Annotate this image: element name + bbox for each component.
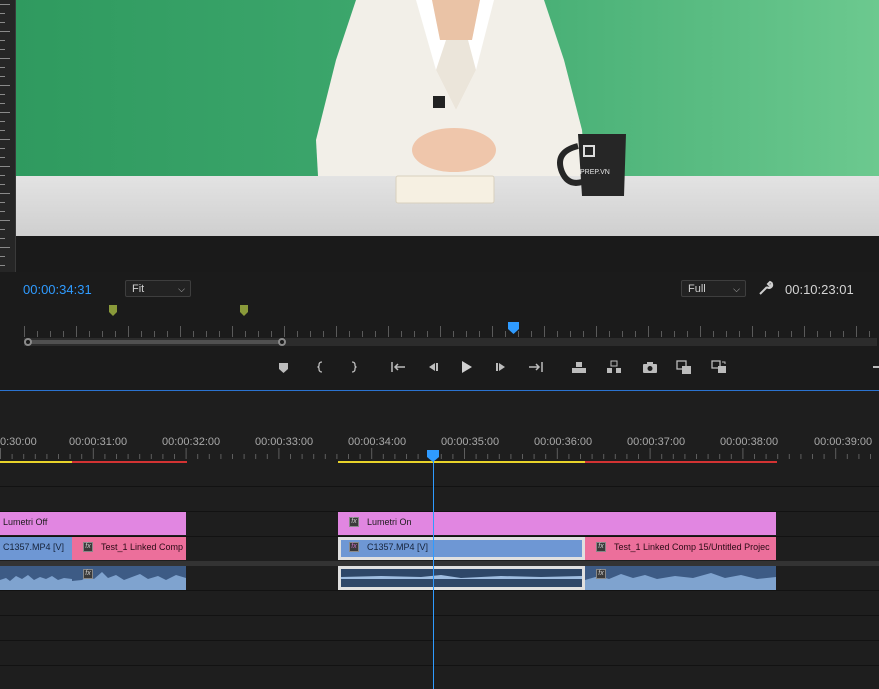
go-to-in-button[interactable] — [389, 358, 407, 376]
video-preview[interactable]: PREP.VN — [16, 0, 879, 236]
monitor-letterbox — [16, 236, 879, 272]
audio-waveform — [341, 575, 582, 579]
clip-label: Test_1 Linked Comp 15/Untitled Projec — [614, 542, 770, 552]
audio-clip-selected[interactable] — [338, 566, 585, 590]
ruler-label: 00:00:35:00 — [441, 436, 500, 448]
fx-icon: fx — [83, 542, 93, 552]
audio-clip[interactable] — [0, 566, 72, 590]
fx-icon: fx — [83, 569, 93, 579]
audio-waveform — [585, 573, 776, 590]
track-divider — [0, 590, 879, 591]
chevron-down-icon: ⌵ — [178, 284, 185, 294]
ruler-label: 00:00:38:00 — [720, 436, 779, 448]
marker-icon[interactable] — [109, 304, 117, 316]
mark-in-button[interactable] — [312, 358, 330, 376]
playback-resolution-select[interactable]: Full ⌵ — [681, 280, 746, 297]
marker-icon[interactable] — [240, 304, 248, 316]
clip-label: C1357.MP4 [V] — [3, 542, 65, 552]
zoom-scroll-range[interactable] — [28, 340, 282, 344]
render-bar-unrendered — [72, 461, 187, 463]
timeline-playhead-line[interactable] — [433, 460, 434, 689]
render-bar-rendered — [338, 461, 585, 463]
ruler-label: 0:30:00 — [0, 436, 37, 448]
mark-out-button[interactable] — [344, 358, 362, 376]
ruler-label: 00:00:36:00 — [534, 436, 593, 448]
play-icon — [462, 361, 472, 373]
go-to-out-button[interactable] — [527, 358, 545, 376]
play-button[interactable] — [457, 358, 475, 376]
adjustment-layer-clip[interactable]: fx Lumetri On — [338, 512, 776, 535]
video-clip[interactable]: C1357.MP4 [V] — [0, 537, 72, 560]
video-clip-selected[interactable]: fx C1357.MP4 [V] — [338, 537, 585, 560]
ruler-label: 00:00:39:00 — [814, 436, 873, 448]
extract-icon — [607, 360, 621, 373]
zoom-handle-right[interactable] — [278, 338, 286, 346]
audio-clip[interactable]: fx — [585, 566, 776, 590]
button-editor-icon[interactable] — [873, 366, 879, 368]
ruler-label: 00:00:31:00 — [69, 436, 128, 448]
track-divider — [0, 665, 879, 666]
compare-view-icon — [676, 360, 691, 374]
timeline-time-ruler[interactable] — [0, 448, 879, 460]
export-frame-button[interactable] — [641, 358, 659, 376]
track-divider — [0, 615, 879, 616]
track-divider — [0, 486, 879, 487]
mark-out-icon — [351, 361, 357, 373]
linked-comp-clip[interactable]: fx Test_1 Linked Comp 15/Untitled Projec — [585, 537, 776, 560]
render-bar-rendered — [0, 461, 72, 463]
fx-icon: fx — [596, 569, 606, 579]
render-bar-unrendered — [585, 461, 777, 463]
audio-clip[interactable]: fx — [72, 566, 186, 590]
track-divider — [0, 640, 879, 641]
zoom-level-value: Fit — [132, 283, 145, 295]
fx-icon: fx — [349, 542, 359, 552]
extract-button[interactable] — [605, 358, 623, 376]
lift-icon — [572, 362, 586, 373]
playback-resolution-value: Full — [688, 283, 706, 295]
mug-logo-text: PREP.VN — [580, 169, 610, 176]
clip-label: Lumetri Off — [3, 517, 48, 527]
clip-label: Lumetri On — [367, 517, 412, 527]
monitor-time-ruler[interactable] — [24, 324, 877, 338]
zoom-level-select[interactable]: Fit ⌵ — [125, 280, 191, 297]
mark-in-icon — [317, 361, 323, 373]
step-back-icon — [429, 363, 438, 371]
go-to-in-icon — [391, 362, 405, 372]
linked-comp-clip[interactable]: fx Test_1 Linked Comp — [72, 537, 186, 560]
step-back-button[interactable] — [423, 358, 441, 376]
current-timecode[interactable]: 00:00:34:31 — [23, 282, 92, 297]
wrench-icon[interactable] — [758, 280, 774, 296]
step-forward-button[interactable] — [493, 358, 511, 376]
toggle-proxies-icon — [711, 360, 726, 373]
lift-button[interactable] — [570, 358, 588, 376]
chevron-down-icon: ⌵ — [733, 284, 740, 294]
toggle-proxies-button[interactable] — [710, 358, 728, 376]
ruler-label: 00:00:34:00 — [348, 436, 407, 448]
camera-icon — [643, 362, 657, 373]
duration-timecode: 00:10:23:01 — [785, 282, 854, 297]
ruler-label: 00:00:37:00 — [627, 436, 686, 448]
fx-icon: fx — [349, 517, 359, 527]
adjustment-layer-clip[interactable]: Lumetri Off — [0, 512, 186, 535]
marker-icon — [279, 363, 288, 373]
go-to-out-icon — [529, 362, 543, 372]
clip-label: Test_1 Linked Comp — [101, 542, 184, 552]
step-forward-icon — [496, 363, 505, 371]
video-frame-image: PREP.VN — [16, 0, 879, 236]
vertical-ruler — [0, 0, 16, 272]
compare-view-button[interactable] — [675, 358, 693, 376]
zoom-handle-left[interactable] — [24, 338, 32, 346]
add-marker-button[interactable] — [275, 358, 293, 376]
ruler-label: 00:00:33:00 — [255, 436, 314, 448]
clip-label: C1357.MP4 [V] — [367, 542, 429, 552]
fx-icon: fx — [596, 542, 606, 552]
audio-waveform — [0, 575, 72, 590]
monitor-playhead[interactable] — [508, 321, 519, 334]
ruler-label: 00:00:32:00 — [162, 436, 221, 448]
